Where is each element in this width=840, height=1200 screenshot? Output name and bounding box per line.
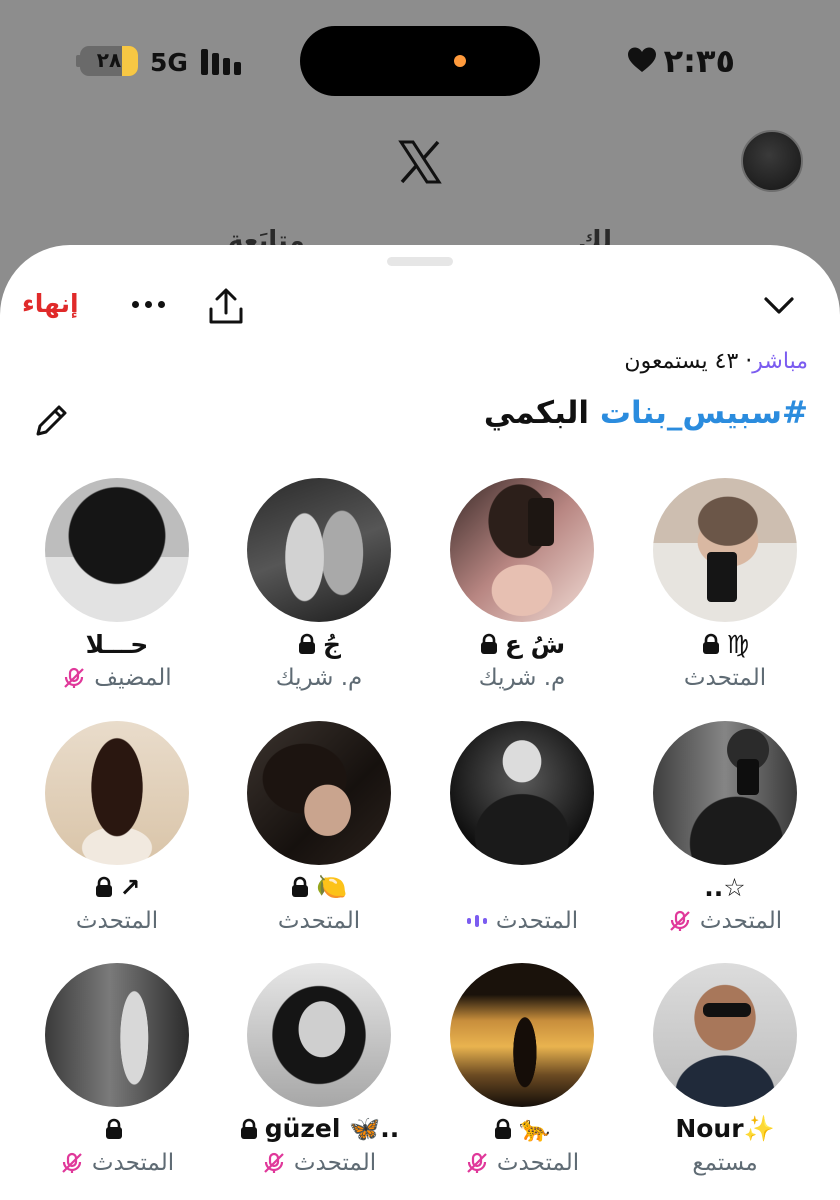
drag-handle[interactable] [387,257,453,266]
participant-role: المتحدث [75,908,159,934]
space-title: #سبيس_بنات البكمي [484,395,808,431]
participant-name: حـــلا [85,629,149,659]
participant-role-row: المتحدث [427,905,617,937]
participant-avatar [45,721,189,865]
battery-level: ٢٨ [96,48,122,72]
participant-name-row: ↗ [22,871,212,903]
participant-name-row [427,871,617,903]
participant-name-row: جُ [224,628,414,660]
listener-count: ٤٣ يستمعون [624,349,739,374]
participant-role: المتحدث [683,665,767,691]
chevron-down-icon[interactable] [762,293,796,317]
participant-name-row: شُ ع [427,628,617,660]
lock-icon [292,876,309,897]
participant-avatar [247,721,391,865]
lock-icon [702,633,719,654]
lock-icon [495,1118,512,1139]
clock: ٢:٣٥ [663,42,735,80]
participant-avatar [45,963,189,1107]
participant-name: شُ ع [504,629,566,659]
space-title-text: البكمي [483,395,590,431]
heart-icon [628,47,656,72]
status-bar: ٢:٣٥ 5G ٢٨ [0,0,840,120]
participant-name-row: ..☆ [630,871,820,903]
participant-name: ↗ [119,872,141,902]
space-sheet: إنهاء مباشر· ٤٣ يستمعون #سبيس_بنات البكم… [0,245,840,1200]
participant-name: ♍ [726,629,750,659]
participant-role-row: المتحدث [224,905,414,937]
participant-role-row: المتحدث [630,662,820,694]
live-status: مباشر· ٤٣ يستمعون [624,349,808,374]
participant-name-row: Nour✨ [630,1113,820,1145]
participant-role: المتحدث [495,908,579,934]
participant-name-row: حـــلا [22,628,212,660]
participant-name: ..☆ [704,872,746,902]
participant-avatar [450,963,594,1107]
participant-role-row: مستمع [630,1147,820,1179]
participant-role: المتحدث [293,1150,377,1176]
participant-role: مستمع [692,1150,758,1176]
participant-role-row: م. شريك [224,662,414,694]
participant-avatar [653,963,797,1107]
participant-role: المتحدث [277,908,361,934]
participant-role-row: م. شريك [427,662,617,694]
speaking-icon [466,915,487,927]
participant-role: المتحدث [699,908,783,934]
pencil-icon[interactable] [32,400,72,440]
participant-role-row: المتحدث [22,905,212,937]
participant-name-row: ♍ [630,628,820,660]
participant-role-row: المتحدث [427,1147,617,1179]
recording-dot [454,55,466,67]
participant-role-row: المضيف [22,662,212,694]
x-logo-icon [398,140,442,184]
network-type: 5G [150,48,188,77]
participant-avatar [653,721,797,865]
participant-name: Nour✨ [675,1114,775,1143]
participant-name: 🍋 [316,872,348,901]
participant-role: المتحدث [496,1150,580,1176]
lock-icon [298,633,315,654]
more-options-icon[interactable] [132,301,165,308]
participant-avatar [45,478,189,622]
participant-role: م. شريك [275,665,363,691]
dynamic-island [300,26,540,96]
participant-name: جُ [322,629,342,659]
participant-name: güzel 🦋.. [264,1114,400,1143]
end-space-button[interactable]: إنهاء [22,289,79,318]
muted-mic-icon [64,667,85,688]
muted-mic-icon [264,1152,284,1173]
lock-icon [240,1118,257,1139]
share-icon[interactable] [207,287,245,327]
lock-icon [95,876,112,897]
participant-name-row [22,1113,212,1145]
space-hashtag[interactable]: #سبيس_بنات [600,395,808,431]
participant-role-row: المتحدث [22,1147,212,1179]
participant-role-row: المتحدث [224,1147,414,1179]
participant-name-row: 🍋 [224,871,414,903]
participant-role: م. شريك [478,665,566,691]
battery-icon: ٢٨ [80,46,138,76]
participant-name: 🐆 [519,1114,551,1143]
participant-name-row: 🐆 [427,1113,617,1145]
lock-icon [480,633,497,654]
lock-icon [106,1118,122,1139]
participant-role: المضيف [94,665,172,691]
participant-avatar [450,478,594,622]
muted-mic-icon [670,910,690,931]
participant-avatar [247,963,391,1107]
live-label: مباشر [752,349,808,374]
participant-avatar [450,721,594,865]
participant-role-row: المتحدث [630,905,820,937]
muted-mic-icon [62,1152,82,1173]
participant-avatar [653,478,797,622]
participant-avatar [247,478,391,622]
muted-mic-icon [467,1152,487,1173]
participant-role: المتحدث [91,1150,175,1176]
profile-avatar[interactable] [741,130,803,192]
signal-icon [201,49,241,75]
participant-name-row: güzel 🦋.. [224,1113,414,1145]
